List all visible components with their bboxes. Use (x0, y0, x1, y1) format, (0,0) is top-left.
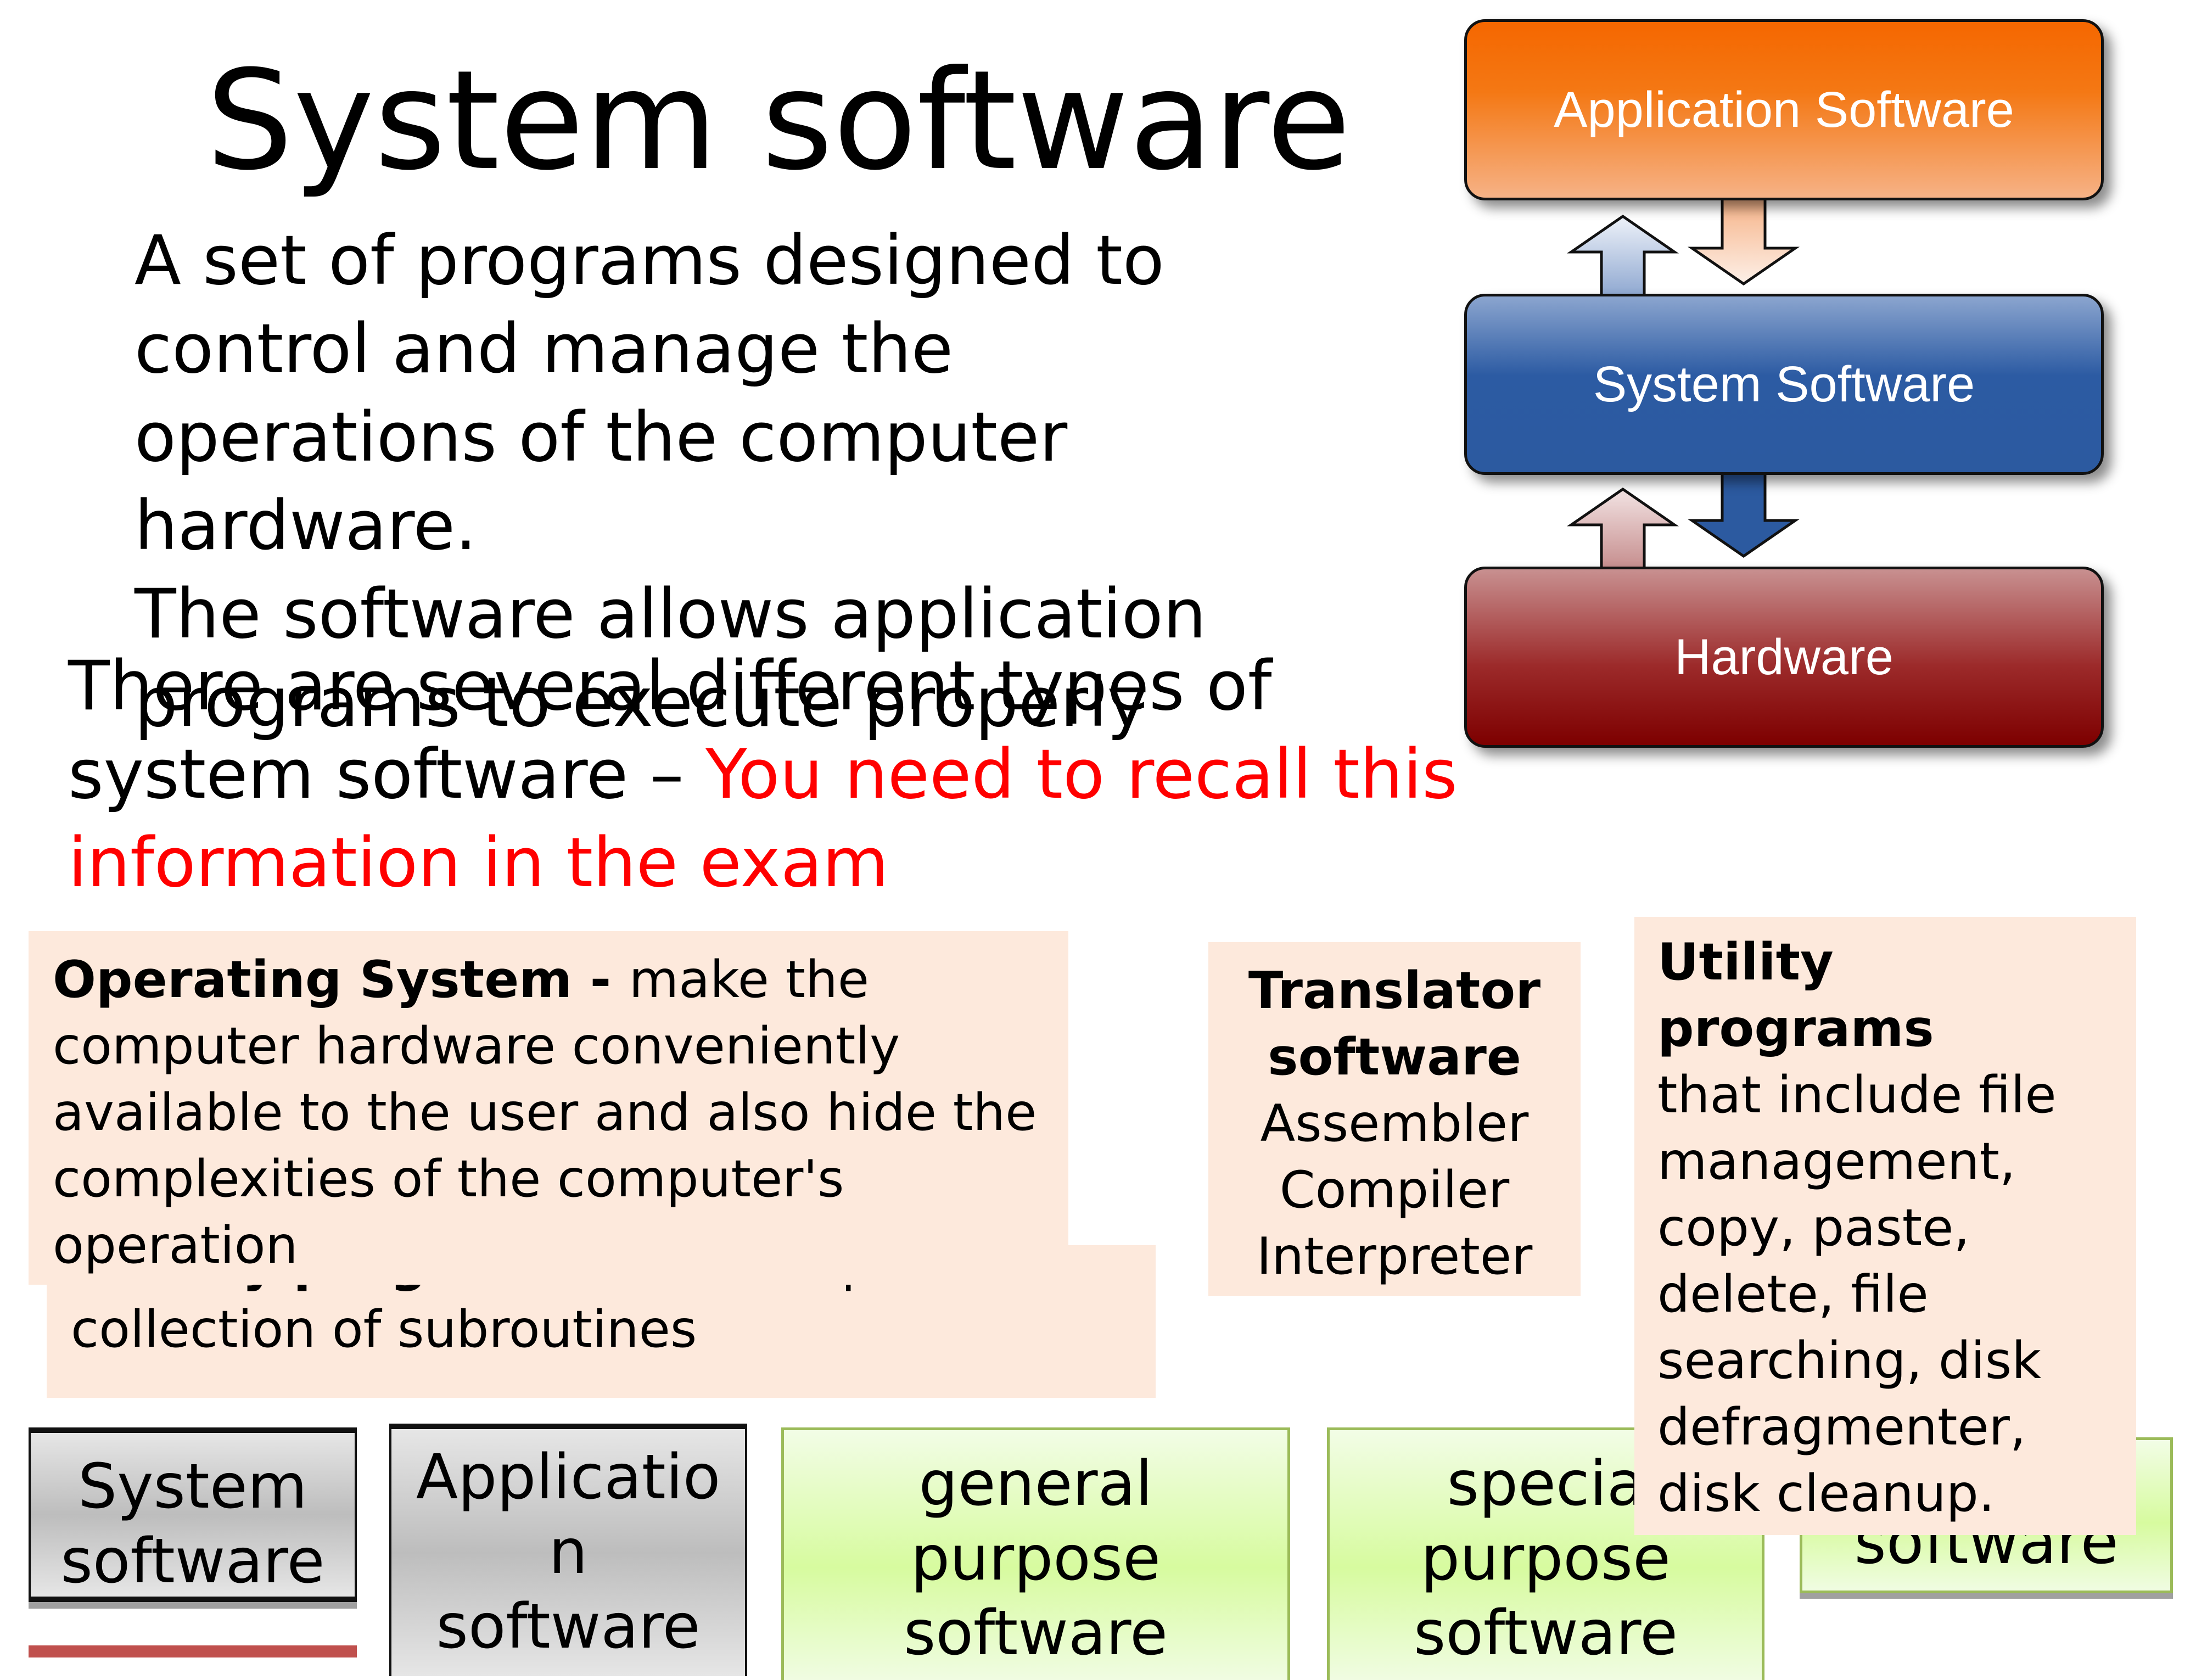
arrow-down-icon (1687, 196, 1800, 286)
layer-hardware: Hardware (1464, 567, 2104, 748)
box-line: software (436, 1591, 701, 1662)
box-line: general (918, 1448, 1153, 1520)
definition-line: operations of the computer (135, 398, 1068, 477)
translator-item: Assembler (1260, 1094, 1529, 1153)
utility-programs-note: Utility programs that include file manag… (1634, 917, 2136, 1535)
note-body: that include file management, copy, past… (1657, 1065, 2057, 1523)
translator-item: Interpreter (1256, 1227, 1533, 1286)
layer-application-software: Application Software (1464, 19, 2104, 200)
box-line: purpose (911, 1523, 1161, 1594)
types-intro: There are several different types of sys… (68, 642, 1474, 908)
box-line: purpose (1421, 1523, 1671, 1594)
system-software-box: System software (29, 1427, 357, 1602)
layer-system-software: System Software (1464, 294, 2104, 475)
translator-item: Compiler (1279, 1160, 1510, 1219)
arrow-up-icon (1566, 214, 1679, 301)
note-title: Translator software (1248, 961, 1541, 1087)
box-line: specia (1447, 1448, 1645, 1520)
arrow-up-icon (1566, 487, 1679, 574)
definition-line: hardware. (135, 486, 477, 565)
box-line: Applicatio (416, 1442, 721, 1513)
definition-line: control and manage the (135, 310, 954, 389)
application-software-box: Applicatio n software (389, 1424, 747, 1676)
box-line: software (904, 1598, 1168, 1669)
slide-title: System software (206, 41, 1351, 200)
general-purpose-software-box: general purpose software (781, 1427, 1290, 1680)
accent-bar (29, 1645, 357, 1657)
operating-system-note: Operating System - make the computer har… (29, 931, 1068, 1285)
box-line: software (1414, 1598, 1678, 1669)
note-title: Operating System - (53, 950, 629, 1009)
box-line: n (548, 1516, 588, 1588)
note-title: Utility programs (1657, 932, 1934, 1058)
arrow-down-icon (1687, 471, 1800, 558)
translator-software-note: Translator software Assembler Compiler I… (1208, 942, 1581, 1296)
definition-line: A set of programs designed to (135, 221, 1164, 300)
software-layers-diagram: Application Software System Software Har… (1449, 11, 2125, 769)
